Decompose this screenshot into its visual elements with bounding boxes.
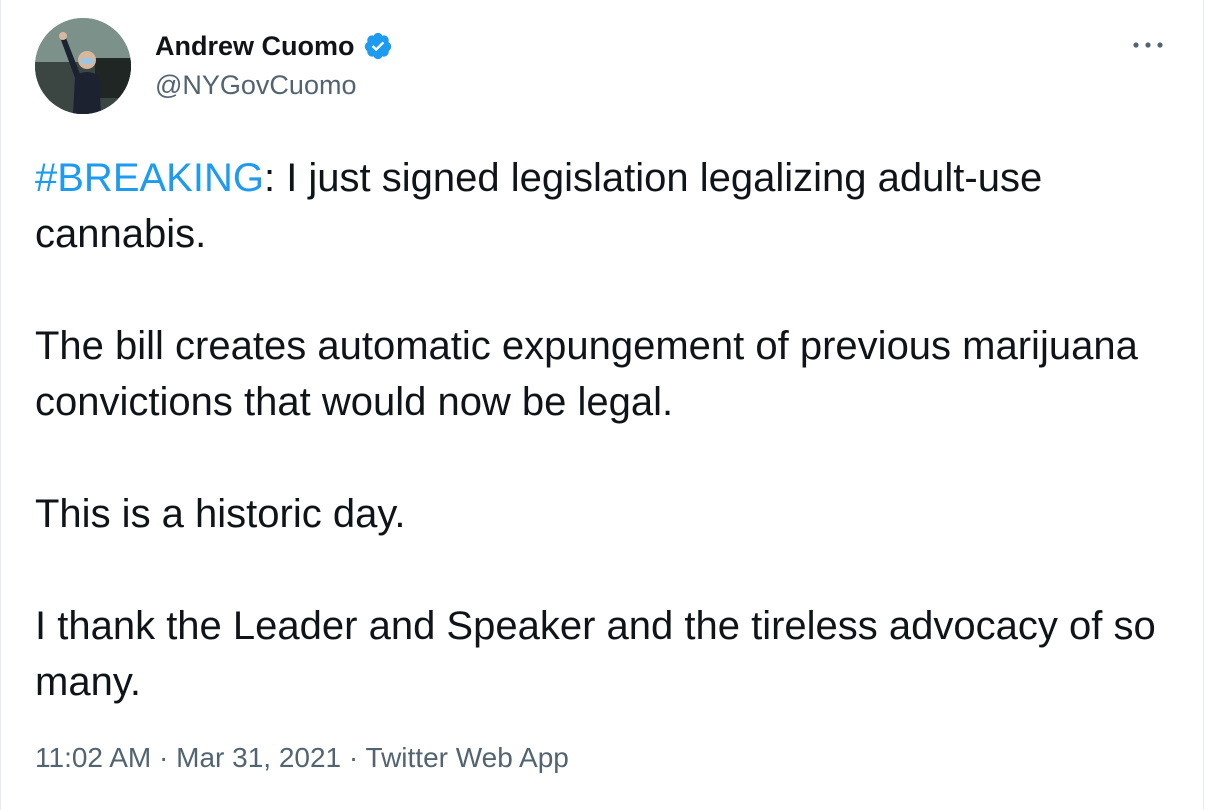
tweet-paragraph-3: This is a historic day.	[35, 492, 406, 536]
avatar[interactable]	[35, 18, 131, 114]
tweet-metadata: 11:02 AM · Mar 31, 2021 · Twitter Web Ap…	[35, 742, 569, 774]
tweet-paragraph-4: I thank the Leader and Speaker and the t…	[35, 604, 1156, 704]
avatar-photo-icon	[35, 18, 131, 114]
tweet-paragraph-2: The bill creates automatic expungement o…	[35, 324, 1138, 424]
meta-separator: ·	[341, 742, 366, 773]
tweet-time[interactable]: 11:02 AM	[35, 742, 151, 773]
tweet-paragraph-1: #BREAKING: I just signed legislation leg…	[35, 150, 1175, 262]
verified-badge-icon	[364, 32, 391, 60]
tweet-text: #BREAKING: I just signed legislation leg…	[35, 150, 1175, 710]
tweet-source-app[interactable]: Twitter Web App	[366, 742, 569, 773]
tweet-card: Andrew Cuomo @NYGovCuomo #BREAKING: I ju…	[0, 0, 1204, 810]
more-options-icon[interactable]	[1129, 30, 1167, 60]
author-handle[interactable]: @NYGovCuomo	[155, 70, 356, 101]
author-name[interactable]: Andrew Cuomo	[155, 31, 355, 62]
tweet-date[interactable]: Mar 31, 2021	[176, 742, 341, 773]
author-name-row: Andrew Cuomo	[155, 28, 393, 64]
hashtag-link[interactable]: #BREAKING	[35, 156, 264, 200]
meta-separator: ·	[151, 742, 177, 773]
